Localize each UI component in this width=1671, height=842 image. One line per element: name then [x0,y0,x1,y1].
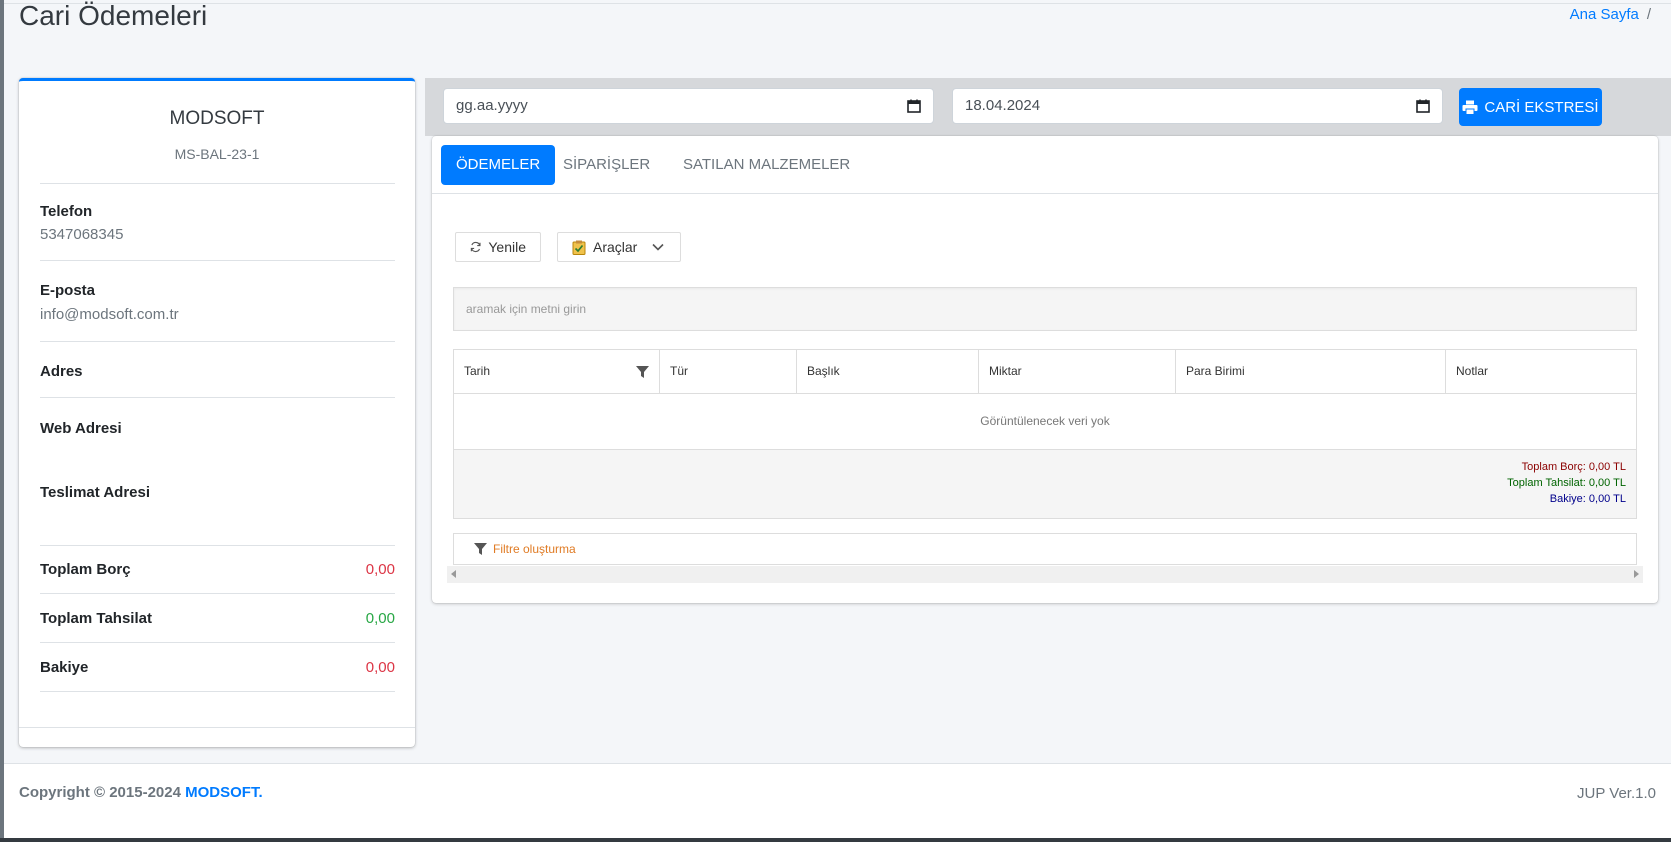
summary-balance: Bakiye: 0,00 TL [1549,493,1626,505]
email-label: E-posta [40,282,96,299]
divider [40,545,395,546]
app-version: JUP Ver.1.0 [1577,785,1656,802]
payments-grid: Tarih Tür Başlık Miktar Para Birimi Notl… [453,349,1637,519]
balance-label: Bakiye [40,659,89,676]
divider [40,260,395,261]
refresh-label: Yenile [488,239,526,255]
search-placeholder: aramak için metni girin [466,302,587,316]
main-card: ÖDEMELER SİPARİŞLER SATILAN MALZEMELER Y… [432,136,1658,603]
total-debt-label: Toplam Borç [40,561,131,578]
column-header-date[interactable]: Tarih [454,350,660,393]
horizontal-scrollbar[interactable] [447,566,1643,583]
email-value: info@modsoft.com.tr [40,306,179,323]
end-date-value: 18.04.2024 [965,97,1041,114]
scroll-left-arrow-icon[interactable] [451,570,456,578]
tab-orders[interactable]: SİPARİŞLER [548,145,665,185]
refresh-icon [470,241,481,253]
scroll-right-arrow-icon[interactable] [1634,570,1639,578]
address-label: Adres [40,363,83,380]
tools-label: Araçlar [593,239,638,255]
copyright-text: Copyright © 2015-2024 [19,784,181,801]
column-header-label: Tarih [464,364,491,378]
column-header-title[interactable]: Başlık [797,350,979,393]
phone-value: 5347068345 [40,226,124,243]
account-statement-label: CARİ EKSTRESİ [1484,98,1599,116]
customer-profile-card: MODSOFT MS-BAL-23-1 Telefon 5347068345 E… [19,78,415,747]
search-input[interactable]: aramak için metni girin [453,287,1637,331]
summary-total-debt: Toplam Borç: 0,00 TL [1521,461,1626,473]
grid-summary: Toplam Borç: 0,00 TL Toplam Tahsilat: 0,… [454,450,1636,518]
web-address-label: Web Adresi [40,420,122,437]
total-collection-value: 0,00 [365,610,395,627]
divider [40,642,395,643]
clipboard-check-icon [572,240,586,255]
balance-value: 0,00 [365,659,395,676]
divider [40,691,395,692]
delivery-address-label: Teslimat Adresi [40,484,151,501]
window-bottom-edge [0,838,1671,842]
filter-icon [474,543,487,555]
page-title: Cari Ödemeleri [19,0,208,31]
calendar-icon[interactable] [907,99,921,113]
tab-payments[interactable]: ÖDEMELER [441,145,556,185]
company-code: MS-BAL-23-1 [174,146,260,162]
start-date-value: gg.aa.yyyy [456,97,528,114]
divider [40,341,395,342]
tools-dropdown[interactable]: Araçlar [557,232,681,262]
column-header-notes[interactable]: Notlar [1446,350,1636,393]
column-header-currency[interactable]: Para Birimi [1176,350,1446,393]
end-date-input[interactable]: 18.04.2024 [952,88,1443,124]
window-left-edge [0,0,4,842]
profile-body: MODSOFT MS-BAL-23-1 Telefon 5347068345 E… [19,81,415,728]
tab-sold-materials[interactable]: SATILAN MALZEMELER [668,145,865,185]
column-filter-icon[interactable] [636,366,649,378]
total-collection-label: Toplam Tahsilat [40,610,152,627]
tab-bar: ÖDEMELER SİPARİŞLER SATILAN MALZEMELER [432,136,1658,194]
footer-copyright: Copyright © 2015-2024 MODSOFT. [19,784,263,801]
no-data-message: Görüntülenecek veri yok [454,393,1636,450]
filter-builder-label: Filtre oluşturma [493,542,576,556]
chevron-down-icon [652,243,664,251]
breadcrumb: Ana Sayfa / [1570,6,1651,23]
refresh-button[interactable]: Yenile [455,232,541,262]
filter-builder[interactable]: Filtre oluşturma [453,533,1637,565]
top-divider [4,3,1671,4]
breadcrumb-home-link[interactable]: Ana Sayfa [1570,6,1639,23]
phone-label: Telefon [40,203,93,220]
company-name: MODSOFT [169,108,265,129]
account-statement-button[interactable]: CARİ EKSTRESİ [1459,88,1602,126]
summary-total-collection: Toplam Tahsilat: 0,00 TL [1507,477,1626,489]
footer: Copyright © 2015-2024 MODSOFT. JUP Ver.1… [4,763,1671,839]
grid-header: Tarih Tür Başlık Miktar Para Birimi Notl… [454,350,1636,394]
breadcrumb-separator: / [1646,6,1651,23]
divider [40,183,395,184]
divider [40,397,395,398]
start-date-input[interactable]: gg.aa.yyyy [443,88,934,124]
print-icon [1462,100,1478,115]
calendar-icon[interactable] [1416,99,1430,113]
footer-brand-link[interactable]: MODSOFT. [185,784,263,801]
total-debt-value: 0,00 [365,561,395,578]
column-header-type[interactable]: Tür [660,350,797,393]
divider [40,593,395,594]
column-header-amount[interactable]: Miktar [979,350,1176,393]
